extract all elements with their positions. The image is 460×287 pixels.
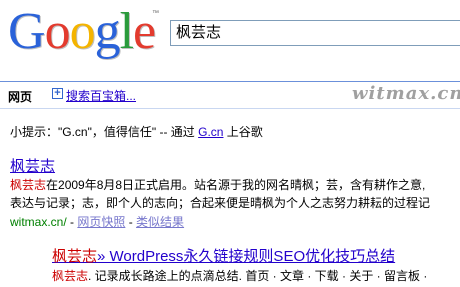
tip-prefix: 小提示："G.cn"，值得信任" -- 通过 xyxy=(10,125,199,139)
title-text: » WordPress永久链接规则SEO优化技巧总结 xyxy=(97,248,396,265)
tip-text: 小提示："G.cn"，值得信任" -- 通过 G.cn 上谷歌 xyxy=(10,123,263,140)
result-snippet-line2: 表达与记录；志，即个人的志向；合起来便是晴枫为个人之志努力耕耘的过程记 xyxy=(10,196,431,210)
title-highlight: 枫芸志 xyxy=(52,248,98,265)
logo-letter: G xyxy=(8,3,46,60)
meta-separator: - xyxy=(66,215,78,229)
tip-suffix: 上谷歌 xyxy=(223,125,263,139)
result-snippet: 枫芸志在2009年8月8日正式启用。站名源于我的网名晴枫；芸，含有耕作之意, xyxy=(10,176,425,193)
search-input[interactable]: 枫芸志 xyxy=(170,20,460,46)
logo-letter: g xyxy=(94,3,121,60)
logo-letter: l xyxy=(119,3,134,60)
result-snippet: 枫芸志. 记录成长路途上的点滴总结. 首页 · 文章 · 下载 · 关于 · 留… xyxy=(52,267,427,284)
result-title-link[interactable]: 枫芸志» WordPress永久链接规则SEO优化技巧总结 xyxy=(52,245,395,266)
tab-bar-divider xyxy=(0,108,460,109)
cached-link[interactable]: 网页快照 xyxy=(77,215,125,229)
trademark: ™ xyxy=(152,10,159,17)
logo-letter: o xyxy=(44,3,71,60)
result-meta: witmax.cn/ - 网页快照 - 类似结果 xyxy=(10,213,184,230)
snippet-highlight: 枫芸志 xyxy=(52,269,89,283)
meta-separator: - xyxy=(125,215,137,229)
google-logo[interactable]: Google xyxy=(8,3,156,60)
watermark: witmax.cn xyxy=(352,83,460,104)
similar-link[interactable]: 类似结果 xyxy=(136,215,184,229)
snippet-text: 在2009年8月8日正式启用。站名源于我的网名晴枫；芸，含有耕作之意, xyxy=(46,178,426,192)
snippet-text: . 记录成长路途上的点滴总结. 首页 · 文章 · 下载 · 关于 · 留言板 … xyxy=(88,269,428,283)
logo-letter: o xyxy=(69,3,96,60)
tab-web[interactable]: 网页 xyxy=(8,88,32,105)
result-url: witmax.cn/ xyxy=(10,215,67,229)
plus-icon[interactable]: + xyxy=(52,88,63,99)
tab-more-link[interactable]: 搜索百宝箱... xyxy=(66,87,136,104)
tip-link[interactable]: G.cn xyxy=(198,125,223,139)
result-title-link[interactable]: 枫芸志 xyxy=(10,155,55,176)
snippet-highlight: 枫芸志 xyxy=(10,178,47,192)
